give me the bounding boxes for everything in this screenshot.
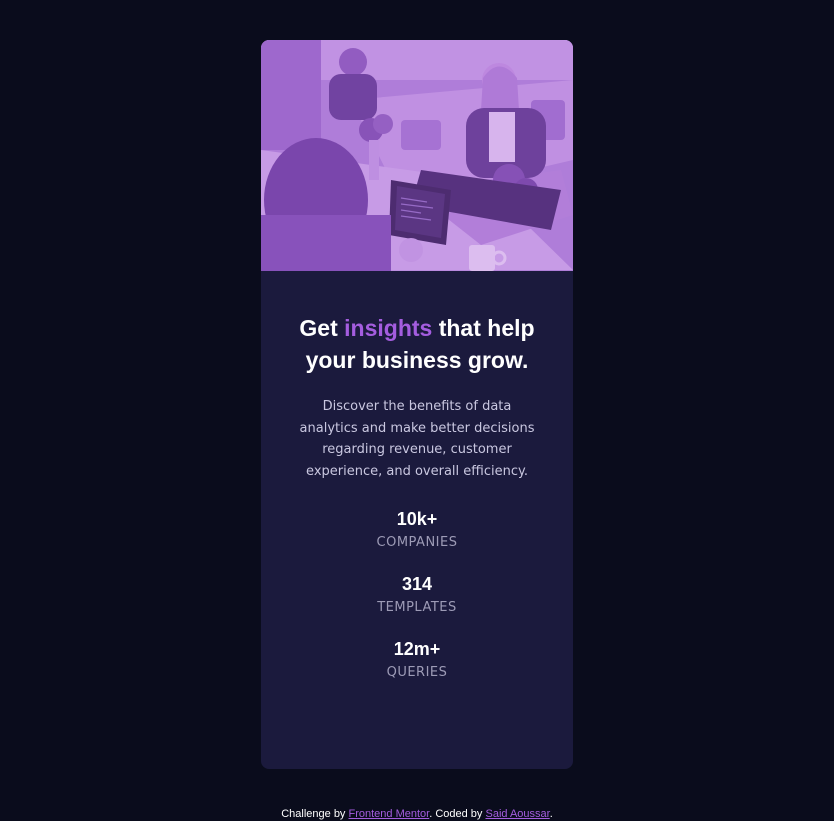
stats-list: 10k+ Companies 314 Templates 12m+ Querie…: [261, 507, 573, 685]
stat-label: Queries: [386, 664, 448, 680]
author-link[interactable]: Said Aoussar: [485, 808, 549, 820]
footer-prefix: Challenge by: [281, 808, 349, 820]
stat-templates: 314 Templates: [261, 572, 573, 620]
stat-value: 12m+: [393, 638, 441, 659]
footer-middle: . Coded by: [429, 808, 486, 820]
office-photo-icon: [261, 40, 573, 271]
stats-preview-card: Get insights that help your business gro…: [261, 40, 573, 769]
stat-label: Templates: [377, 599, 457, 615]
hero-image: [261, 40, 573, 271]
headline-part1: Get: [299, 315, 345, 341]
headline-accent: insights: [344, 315, 433, 341]
stat-companies: 10k+ Companies: [261, 507, 573, 555]
headline: Get insights that help your business gro…: [261, 312, 573, 376]
description: Discover the benefits of data analytics …: [299, 399, 535, 480]
frontend-mentor-link[interactable]: Frontend Mentor: [349, 808, 430, 820]
card-content: Get insights that help your business gro…: [261, 312, 573, 685]
stat-value: 314: [401, 573, 433, 594]
stat-value: 10k+: [396, 508, 438, 529]
stat-label: Companies: [376, 534, 458, 550]
stat-queries: 12m+ Queries: [261, 637, 573, 685]
attribution-footer: Challenge by Frontend Mentor. Coded by S…: [0, 808, 834, 820]
footer-suffix: .: [549, 808, 553, 820]
